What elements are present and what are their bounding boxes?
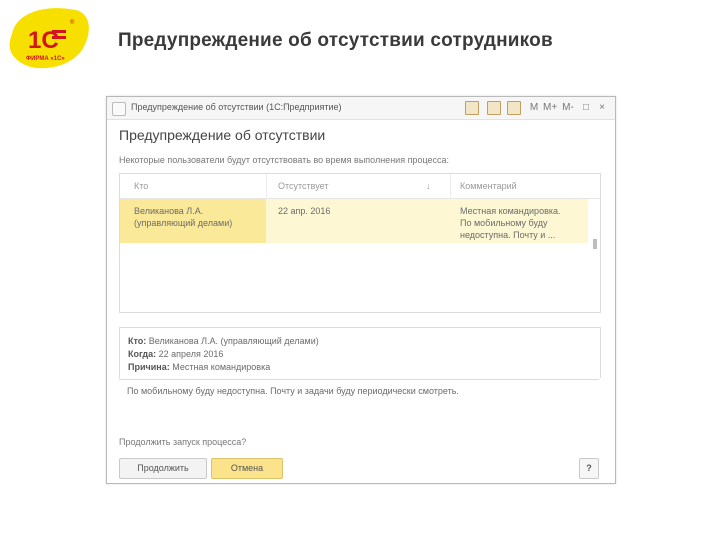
calculator-icon[interactable] [507, 101, 521, 115]
who-line1: Великанова Л.А. [134, 206, 204, 216]
scrollbar-thumb[interactable] [593, 239, 597, 249]
app-icon [112, 102, 126, 116]
table-scrollbar[interactable] [592, 199, 598, 309]
help-button[interactable]: ? [579, 458, 599, 479]
detail-reason: Причина: Местная командировка [128, 362, 271, 372]
close-button[interactable]: × [595, 101, 609, 115]
comment-text: По мобильному буду недоступна. Почту и з… [127, 386, 459, 396]
absence-table: Кто Отсутствует ↓ Комментарий Великанова… [119, 173, 601, 313]
dialog-window: Предупреждение об отсутствии (1С:Предпри… [106, 96, 616, 484]
column-absent[interactable]: Отсутствует [278, 181, 328, 191]
comment-line3: недоступна. Почту и ... [460, 230, 556, 240]
absent-date: 22 апр. 2016 [278, 206, 331, 216]
memory-minus-button[interactable]: М- [561, 101, 575, 115]
maximize-button[interactable]: □ [579, 101, 593, 115]
cancel-button[interactable]: Отмена [211, 458, 283, 479]
detail-panel: Кто: Великанова Л.А. (управляющий делами… [119, 327, 601, 378]
history-icon[interactable] [487, 101, 501, 115]
detail-who: Кто: Великанова Л.А. (управляющий делами… [128, 336, 319, 346]
memory-button[interactable]: М [527, 101, 541, 115]
comment-panel: По мобильному буду недоступна. Почту и з… [119, 379, 599, 406]
column-comment[interactable]: Комментарий [460, 181, 517, 191]
who-line2: (управляющий делами) [134, 218, 233, 228]
confirm-question: Продолжить запуск процесса? [119, 437, 247, 447]
form-hint: Некоторые пользователи будут отсутствова… [119, 155, 450, 165]
company-logo: 1С ФИРМА «1С» ® [6, 4, 94, 74]
continue-button[interactable]: Продолжить [119, 458, 207, 479]
table-header: Кто Отсутствует ↓ Комментарий [120, 174, 600, 199]
favorites-icon[interactable] [465, 101, 479, 115]
form-title: Предупреждение об отсутствии [119, 127, 326, 143]
window-titlebar: Предупреждение об отсутствии (1С:Предпри… [107, 97, 615, 120]
window-title: Предупреждение об отсутствии (1С:Предпри… [131, 102, 342, 112]
svg-text:®: ® [70, 19, 75, 26]
comment-line1: Местная командировка. [460, 206, 561, 216]
comment-line2: По мобильному буду [460, 218, 548, 228]
slide-title: Предупреждение об отсутствии сотрудников [118, 30, 553, 51]
table-row[interactable]: Великанова Л.А. (управляющий делами) 22 … [120, 199, 588, 243]
memory-plus-button[interactable]: М+ [543, 101, 557, 115]
detail-when: Когда: 22 апреля 2016 [128, 349, 224, 359]
sort-desc-icon[interactable]: ↓ [426, 181, 431, 191]
column-who[interactable]: Кто [134, 181, 148, 191]
logo-sub-text: ФИРМА «1С» [26, 56, 65, 62]
